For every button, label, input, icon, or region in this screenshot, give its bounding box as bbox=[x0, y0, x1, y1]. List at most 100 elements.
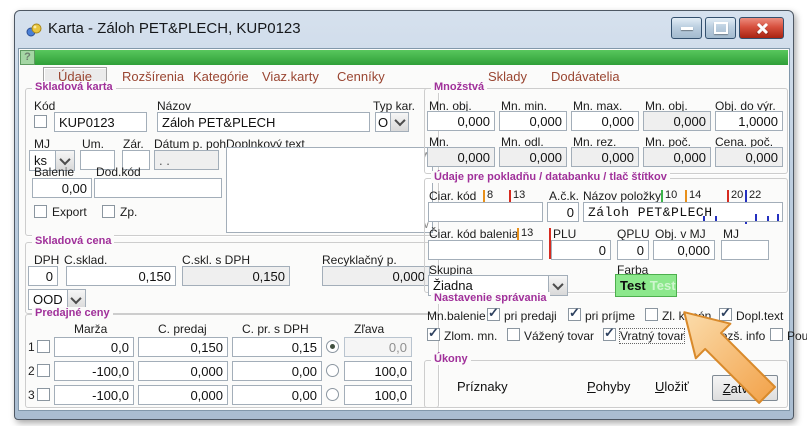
chevron-down-icon[interactable] bbox=[548, 276, 567, 295]
qty-input[interactable]: 1,0000 bbox=[715, 111, 783, 131]
nazov-label: Názov bbox=[157, 99, 191, 113]
minimize-button[interactable] bbox=[671, 17, 702, 39]
nazov-input[interactable]: Záloh PET&PLECH bbox=[157, 112, 370, 132]
sdph-header: C. pr. s DPH bbox=[242, 322, 309, 336]
datum-input[interactable]: . . bbox=[154, 150, 219, 170]
zlom-mn-label: Zlom. mn. bbox=[444, 329, 497, 343]
pri-predaji-label: pri predaji bbox=[504, 309, 557, 323]
predaj-input[interactable]: 0,000 bbox=[138, 361, 228, 381]
name-ruler-tick bbox=[703, 216, 705, 221]
zlava-input[interactable]: 0,0 bbox=[344, 337, 412, 357]
vazeny-tovar-label: Vážený tovar bbox=[524, 329, 594, 343]
group-title: Skladová cena bbox=[32, 235, 114, 247]
chevron-down-icon[interactable] bbox=[391, 113, 408, 131]
pri-predaji-checkbox[interactable] bbox=[487, 308, 500, 321]
typ-dropdown[interactable] bbox=[390, 112, 409, 132]
kod-checkbox[interactable] bbox=[34, 115, 47, 128]
balenie-input[interactable]: 0,00 bbox=[32, 178, 92, 198]
vazeny-tovar-checkbox[interactable] bbox=[507, 328, 520, 341]
zlava-header: Zľava bbox=[354, 322, 384, 336]
nazov-polozky-label: Názov položky bbox=[583, 189, 661, 203]
export-checkbox[interactable] bbox=[34, 205, 47, 218]
balenia-mark-num: 13 bbox=[521, 227, 533, 239]
priznaky-button[interactable]: Príznaky bbox=[457, 379, 508, 394]
zp-checkbox[interactable] bbox=[102, 205, 115, 218]
tab-viazkarty[interactable]: Viaz.karty bbox=[262, 69, 319, 84]
qty-input[interactable]: 0,000 bbox=[499, 111, 567, 131]
close-button[interactable] bbox=[739, 17, 784, 39]
close-icon bbox=[755, 23, 768, 34]
maximize-button[interactable] bbox=[705, 17, 736, 39]
tab-kategorie[interactable]: Kategórie bbox=[193, 69, 249, 84]
name-ruler-tick bbox=[767, 216, 769, 221]
tab-rozsirenia[interactable]: Rozšírenia bbox=[122, 69, 184, 84]
zlom-mn-checkbox[interactable] bbox=[427, 328, 440, 341]
window-title: Karta - Záloh PET&PLECH, KUP0123 bbox=[48, 20, 301, 37]
dph-input[interactable]: 0 bbox=[28, 266, 58, 286]
cskl-sdph-field: 0,150 bbox=[182, 266, 290, 286]
group-title: Nastavenie správania bbox=[431, 292, 550, 304]
mnbalenie-label: Mn.balenie bbox=[427, 309, 486, 323]
zlava-input[interactable]: 100,0 bbox=[344, 361, 412, 381]
dodkod-input[interactable] bbox=[94, 178, 222, 198]
mj-label: MJ bbox=[34, 137, 50, 151]
pri-prijme-label: pri príjme bbox=[585, 309, 635, 323]
tab-cenniky[interactable]: Cenníky bbox=[337, 69, 385, 84]
help-button[interactable]: ? bbox=[20, 50, 35, 65]
ack-input[interactable]: 0 bbox=[547, 202, 579, 222]
price-row-checkbox[interactable] bbox=[37, 364, 50, 377]
qplu-label: QPLU bbox=[617, 227, 650, 241]
typ-input[interactable]: O bbox=[375, 112, 391, 132]
kod-input[interactable]: KUP0123 bbox=[54, 112, 147, 132]
qty-field: 0,000 bbox=[643, 147, 711, 167]
qty-field: 0,000 bbox=[499, 147, 567, 167]
tab-sklady[interactable]: Sklady bbox=[488, 69, 527, 84]
qty-field: 0,000 bbox=[571, 147, 639, 167]
marza-input[interactable]: -100,0 bbox=[54, 385, 134, 405]
objmj-input[interactable]: 0,000 bbox=[653, 240, 715, 260]
farba-swatch[interactable]: TestTest bbox=[615, 274, 677, 297]
dopln-textarea[interactable] bbox=[226, 147, 433, 233]
datum-label: Dátum p. poh. bbox=[154, 137, 229, 151]
sdph-input[interactable]: 0,15 bbox=[232, 337, 322, 357]
marza-input[interactable]: 0,0 bbox=[54, 337, 134, 357]
zl-kupon-checkbox[interactable] bbox=[645, 308, 658, 321]
price-row-checkbox[interactable] bbox=[37, 388, 50, 401]
mj2-input[interactable] bbox=[721, 240, 769, 260]
csklad-input[interactable]: 0,150 bbox=[66, 266, 176, 286]
price-row-radio[interactable] bbox=[326, 340, 339, 353]
pohyby-button[interactable]: Pohyby bbox=[587, 379, 630, 394]
app-icon bbox=[26, 22, 42, 38]
pri-prijme-checkbox[interactable] bbox=[568, 308, 581, 321]
price-row-radio[interactable] bbox=[326, 388, 339, 401]
cskl-sdph-label: C.skl. s DPH bbox=[182, 253, 250, 267]
ciarkod-input[interactable] bbox=[428, 202, 543, 222]
group-title: Množstvá bbox=[431, 81, 487, 93]
marza-input[interactable]: -100,0 bbox=[54, 361, 134, 381]
price-row-radio[interactable] bbox=[326, 364, 339, 377]
price-row-checkbox[interactable] bbox=[37, 340, 50, 353]
qty-input[interactable]: 0,000 bbox=[571, 111, 639, 131]
maximize-icon bbox=[714, 22, 728, 34]
zlava-input[interactable]: 100,0 bbox=[344, 385, 412, 405]
titlebar: Karta - Záloh PET&PLECH, KUP0123 bbox=[15, 11, 793, 48]
sdph-input[interactable]: 0,00 bbox=[232, 385, 322, 405]
predaj-input[interactable]: 0,000 bbox=[138, 385, 228, 405]
group-title: Skladová karta bbox=[32, 81, 116, 93]
poukaz-label: Poukaz bbox=[787, 329, 807, 343]
tab-dodavatelia[interactable]: Dodávatelia bbox=[551, 69, 620, 84]
qty-input[interactable]: 0,000 bbox=[427, 111, 495, 131]
nazov-polozky-input[interactable]: Záloh PET&PLECH bbox=[583, 202, 783, 222]
balenia-input[interactable] bbox=[428, 240, 543, 260]
sdph-input[interactable]: 0,00 bbox=[232, 361, 322, 381]
vratny-tovar-checkbox[interactable] bbox=[603, 328, 616, 341]
group-title: Údaje pre pokladňu / databanku / tlač št… bbox=[431, 171, 670, 183]
qplu-input[interactable]: 0 bbox=[617, 240, 649, 260]
group-skladova-cena: Skladová cena DPH C.sklad. C.skl. s DPH … bbox=[25, 242, 439, 314]
group-title: Úkony bbox=[431, 353, 471, 365]
help-bar bbox=[20, 50, 788, 65]
row-index: 3 bbox=[28, 388, 35, 402]
plu-input[interactable]: 0 bbox=[551, 240, 611, 260]
ciarkod-label: Ciar. kód bbox=[429, 189, 476, 203]
predaj-input[interactable]: 0,150 bbox=[138, 337, 228, 357]
